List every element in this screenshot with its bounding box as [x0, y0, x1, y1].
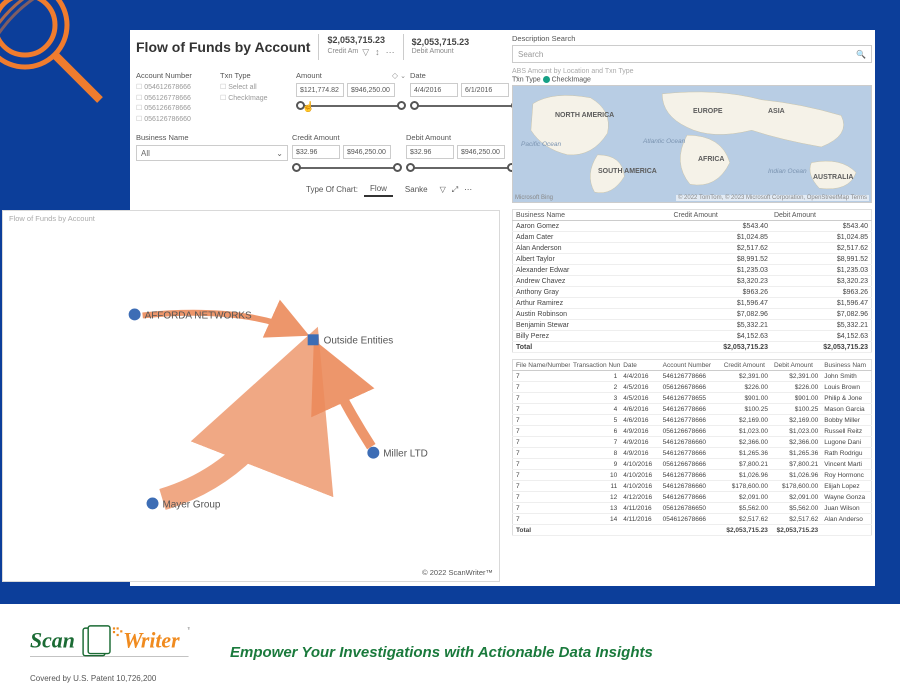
chart-copyright: © 2022 ScanWriter™: [422, 568, 493, 577]
brand-logo: Scan Writer ™ Covered by U.S. Patent 10,…: [30, 621, 220, 683]
node-afforda: AFFORDA NETWORKS: [145, 310, 252, 321]
page-title: Flow of Funds by Account: [136, 39, 310, 55]
credit-slider[interactable]: [292, 162, 402, 174]
patent-text: Covered by U.S. Patent 10,726,200: [30, 674, 220, 683]
left-panel: Flow of Funds by Account $2,053,715.23 C…: [136, 34, 506, 197]
drill-icon[interactable]: ↕: [375, 48, 380, 58]
business-dropdown[interactable]: All ⌄: [136, 145, 288, 161]
search-input[interactable]: Search 🔍: [512, 45, 872, 63]
cursor-hand-icon: ☝: [302, 102, 314, 113]
world-map[interactable]: NORTH AMERICA EUROPE ASIA SOUTH AMERICA …: [512, 85, 872, 203]
debit-min-input[interactable]: [406, 145, 454, 159]
svg-text:™: ™: [187, 628, 190, 634]
tab-sankey[interactable]: Sanke: [399, 183, 434, 197]
svg-text:Scan: Scan: [30, 629, 75, 653]
filter-date[interactable]: Date⌄: [410, 71, 520, 125]
tab-flow[interactable]: Flow: [364, 182, 393, 197]
table-row[interactable]: 764/9/2016056126678666$1,023.00$1,023.00…: [513, 426, 872, 437]
table-row[interactable]: 7134/11/2016056126786650$5,562.00$5,562.…: [513, 503, 872, 514]
debit-slider[interactable]: [406, 162, 516, 174]
table-row[interactable]: 7104/10/2016546126778666$1,026.96$1,026.…: [513, 470, 872, 481]
table-row[interactable]: Adam Cater$1,024.85$1,024.85: [513, 232, 872, 243]
filter-icon[interactable]: ▽: [362, 48, 369, 58]
table-row[interactable]: Billy Perez$4,152.63$4,152.63: [513, 331, 872, 342]
footer-bar: Scan Writer ™ Covered by U.S. Patent 10,…: [0, 604, 900, 700]
more-icon[interactable]: ⋯: [386, 48, 395, 58]
chart-type-selector: Type Of Chart: Flow Sanke ▽ ⤢ ⋯: [136, 182, 506, 197]
table-row[interactable]: 7114/10/2016546126786660$178,600.00$178,…: [513, 481, 872, 492]
table-row[interactable]: Andrew Chavez$3,320.23$3,320.23: [513, 276, 872, 287]
table-row[interactable]: 794/10/2016056126678666$7,800.21$7,800.2…: [513, 459, 872, 470]
node-mayer: Mayer Group: [162, 499, 220, 510]
right-panel: Description Search Search 🔍 ABS Amount b…: [512, 34, 872, 536]
eraser-icon[interactable]: ◇: [392, 71, 398, 80]
map-heading: ABS Amount by Location and Txn Type: [512, 68, 872, 75]
date-to-input[interactable]: [461, 83, 509, 97]
table-row[interactable]: Alexander Edwar$1,235.03$1,235.03: [513, 265, 872, 276]
filter-account[interactable]: Account Number 054612678666 056126778666…: [136, 71, 216, 125]
kpi-credit: $2,053,715.23 Credit Am ▽ ↕ ⋯: [327, 36, 394, 58]
table-row[interactable]: 744/6/2016546126778666$100.25$100.25Maso…: [513, 404, 872, 415]
kpi-debit: $2,053,715.23 Debit Amount: [412, 38, 470, 56]
filter-credit[interactable]: Credit Amount: [292, 133, 402, 174]
amount-min-input[interactable]: [296, 83, 344, 97]
table-row[interactable]: Arthur Ramirez$1,596.47$1,596.47: [513, 298, 872, 309]
footer-tagline: Empower Your Investigations with Actiona…: [230, 644, 653, 661]
table-row[interactable]: 7144/11/2016054612678666$2,517.62$2,517.…: [513, 514, 872, 525]
node-outside: Outside Entities: [324, 335, 394, 346]
table-row[interactable]: Albert Taylor$8,991.52$8,991.52: [513, 254, 872, 265]
date-from-input[interactable]: [410, 83, 458, 97]
table-row[interactable]: Alan Anderson$2,517.62$2,517.62: [513, 243, 872, 254]
search-icon: 🔍: [856, 50, 866, 59]
table-row[interactable]: Benjamin Stewar$5,332.21$5,332.21: [513, 320, 872, 331]
amount-max-input[interactable]: [347, 83, 395, 97]
filter-debit[interactable]: Debit Amount: [406, 133, 516, 174]
credit-max-input[interactable]: [343, 145, 391, 159]
detail-table[interactable]: File Name/Number Transaction Number Date…: [512, 359, 872, 536]
table-row[interactable]: Aaron Gomez$543.40$543.40: [513, 221, 872, 232]
filter-amount[interactable]: Amount ◇ ⌄ ☝: [296, 71, 406, 125]
table-row[interactable]: Austin Robinson$7,082.96$7,082.96: [513, 309, 872, 320]
table-row[interactable]: 714/4/2016546126778666$2,391.00$2,391.00…: [513, 371, 872, 382]
table-row[interactable]: 774/9/2016546126786660$2,366.00$2,366.00…: [513, 437, 872, 448]
filter-icon[interactable]: ▽: [440, 185, 446, 194]
date-slider[interactable]: [410, 100, 520, 112]
table-row[interactable]: 784/9/2016546126778666$1,265.36$1,265.36…: [513, 448, 872, 459]
corner-decoration: [0, 0, 130, 130]
brand-writer: Writer: [123, 629, 180, 653]
flow-chart[interactable]: Flow of Funds by Account AFFORDA NETWORK…: [2, 210, 500, 582]
debit-max-input[interactable]: [457, 145, 505, 159]
chevron-down-icon[interactable]: ⌄: [400, 73, 406, 80]
svg-text:Writer: Writer: [123, 629, 180, 653]
focus-icon[interactable]: ⤢: [452, 185, 458, 195]
filter-txn-type[interactable]: Txn Type Select all CheckImage: [220, 71, 292, 125]
brand-scan: Scan: [30, 629, 75, 653]
chevron-down-icon: ⌄: [276, 149, 283, 158]
table-row[interactable]: 754/6/2016546126778666$2,169.00$2,169.00…: [513, 415, 872, 426]
credit-min-input[interactable]: [292, 145, 340, 159]
table-row[interactable]: 7124/12/2016546126778666$2,091.00$2,091.…: [513, 492, 872, 503]
filter-business[interactable]: Business Name All ⌄: [136, 133, 288, 174]
table-row[interactable]: Anthony Gray$963.26$963.26: [513, 287, 872, 298]
table-row[interactable]: 724/5/2016056126678666$226.00$226.00Loui…: [513, 382, 872, 393]
table-row[interactable]: 734/5/2016546126778655$901.00$901.00Phil…: [513, 393, 872, 404]
summary-table[interactable]: Business Name Credit Amount Debit Amount…: [512, 209, 872, 353]
search-label: Description Search: [512, 34, 872, 43]
amount-slider[interactable]: ☝: [296, 100, 406, 112]
map-legend: Txn Type CheckImage: [512, 76, 872, 83]
more-icon[interactable]: ⋯: [464, 185, 472, 194]
node-miller: Miller LTD: [383, 449, 428, 460]
dashboard-app: Flow of Funds by Account $2,053,715.23 C…: [130, 30, 875, 586]
